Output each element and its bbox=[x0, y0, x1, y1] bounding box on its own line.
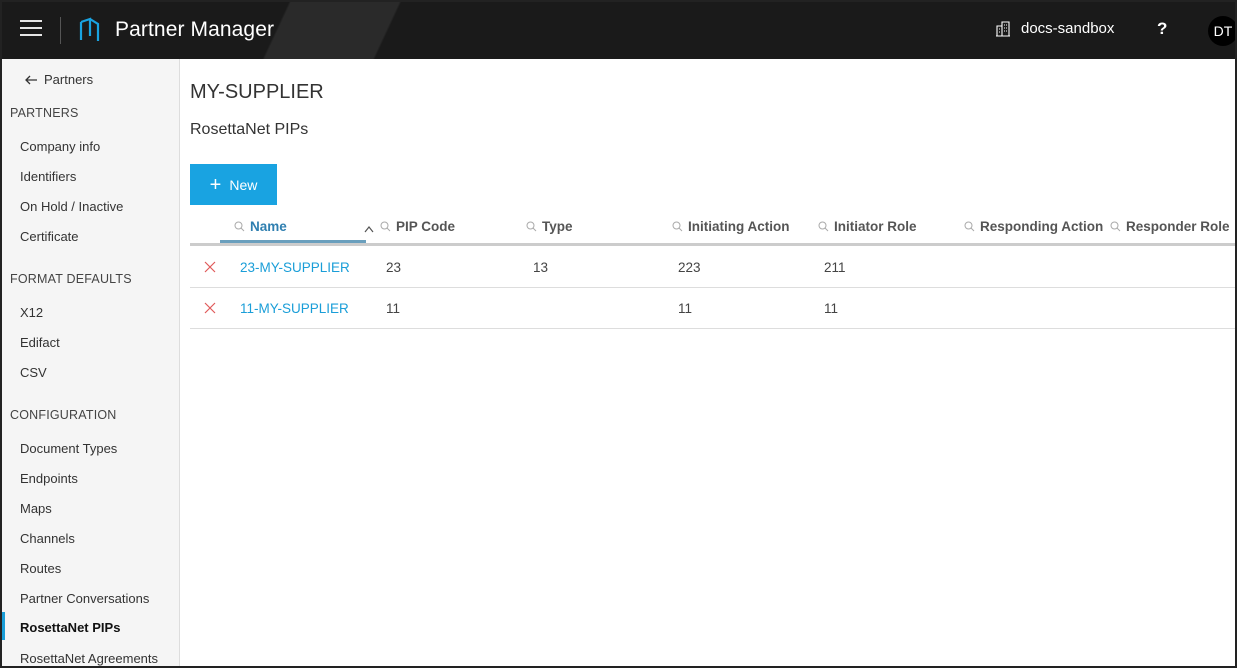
row-pip-code: 23 bbox=[386, 260, 402, 275]
partner-manager-logo-icon bbox=[79, 17, 100, 41]
row-type: 13 bbox=[533, 260, 549, 275]
back-label: Partners bbox=[44, 72, 94, 87]
environment-label: docs-sandbox bbox=[1021, 20, 1115, 37]
chevron-up-icon[interactable] bbox=[364, 225, 374, 233]
column-header-type[interactable]: Type bbox=[526, 219, 573, 234]
delete-icon[interactable] bbox=[204, 302, 216, 314]
active-indicator bbox=[2, 612, 5, 640]
new-button-label: New bbox=[229, 176, 258, 193]
column-header-initiator-role[interactable]: Initiator Role bbox=[818, 219, 917, 234]
sidebar-item-identifiers[interactable]: Identifiers bbox=[20, 169, 76, 184]
search-icon[interactable] bbox=[818, 221, 829, 232]
building-icon bbox=[996, 20, 1010, 37]
page-title: RosettaNet PIPs bbox=[190, 121, 309, 138]
sidebar-item-company-info[interactable]: Company info bbox=[20, 139, 100, 154]
app-title: Partner Manager bbox=[115, 18, 275, 41]
sidebar-item-x12[interactable]: X12 bbox=[20, 305, 43, 320]
search-icon[interactable] bbox=[234, 221, 245, 232]
section-partners: PARTNERS bbox=[10, 106, 79, 120]
row-initiating-action: 223 bbox=[678, 260, 701, 275]
sidebar-item-routes[interactable]: Routes bbox=[20, 561, 61, 576]
table-row: 11-MY-SUPPLIER 11 11 11 bbox=[190, 288, 1235, 329]
column-header-responding-action[interactable]: Responding Action bbox=[964, 219, 1103, 234]
new-button[interactable]: + New bbox=[190, 164, 277, 205]
partner-name-heading: MY-SUPPLIER bbox=[190, 81, 324, 103]
sidebar: Partners PARTNERS Company info Identifie… bbox=[2, 59, 180, 666]
hamburger-menu-icon[interactable] bbox=[20, 20, 42, 40]
row-name-link[interactable]: 11-MY-SUPPLIER bbox=[240, 301, 349, 316]
column-header-responder-role[interactable]: Responder Role bbox=[1110, 219, 1230, 234]
top-bar: Partner Manager docs-sandbox ? DT bbox=[2, 2, 1235, 59]
divider bbox=[60, 17, 61, 44]
sidebar-item-endpoints[interactable]: Endpoints bbox=[20, 471, 78, 486]
column-header-pip-code[interactable]: PIP Code bbox=[380, 219, 455, 234]
sidebar-item-csv[interactable]: CSV bbox=[20, 365, 47, 380]
sidebar-item-document-types[interactable]: Document Types bbox=[20, 441, 117, 456]
arrow-left-icon bbox=[25, 75, 37, 84]
sort-indicator-underline bbox=[220, 240, 366, 243]
row-initiating-action: 11 bbox=[678, 301, 693, 316]
sidebar-item-certificate[interactable]: Certificate bbox=[20, 229, 79, 244]
search-icon[interactable] bbox=[526, 221, 537, 232]
sidebar-item-on-hold-inactive[interactable]: On Hold / Inactive bbox=[20, 199, 123, 214]
main-content: MY-SUPPLIER RosettaNet PIPs + New Name P… bbox=[180, 59, 1235, 666]
section-format-defaults: FORMAT DEFAULTS bbox=[10, 272, 132, 286]
user-avatar[interactable]: DT bbox=[1208, 16, 1235, 46]
search-icon[interactable] bbox=[672, 221, 683, 232]
row-name-link[interactable]: 23-MY-SUPPLIER bbox=[240, 260, 350, 275]
row-initiator-role: 11 bbox=[824, 301, 839, 316]
row-pip-code: 11 bbox=[386, 301, 401, 316]
section-configuration: CONFIGURATION bbox=[10, 408, 117, 422]
column-header-initiating-action[interactable]: Initiating Action bbox=[672, 219, 790, 234]
help-button[interactable]: ? bbox=[1157, 19, 1167, 39]
back-to-partners-link[interactable]: Partners bbox=[24, 72, 93, 87]
column-header-name[interactable]: Name bbox=[234, 219, 287, 234]
sidebar-item-edifact[interactable]: Edifact bbox=[20, 335, 60, 350]
sidebar-item-maps[interactable]: Maps bbox=[20, 501, 52, 516]
environment-selector[interactable]: docs-sandbox bbox=[995, 20, 1114, 37]
plus-icon: + bbox=[209, 173, 222, 196]
app-window: Partner Manager docs-sandbox ? DT Partne… bbox=[0, 0, 1237, 668]
sidebar-item-channels[interactable]: Channels bbox=[20, 531, 75, 546]
search-icon[interactable] bbox=[1110, 221, 1121, 232]
sidebar-item-partner-conversations[interactable]: Partner Conversations bbox=[20, 591, 149, 606]
delete-icon[interactable] bbox=[204, 261, 216, 273]
row-initiator-role: 211 bbox=[824, 260, 846, 275]
search-icon[interactable] bbox=[380, 221, 391, 232]
table-row: 23-MY-SUPPLIER 23 13 223 211 bbox=[190, 247, 1235, 288]
sidebar-item-rosettanet-agreements[interactable]: RosettaNet Agreements bbox=[20, 651, 158, 666]
search-icon[interactable] bbox=[964, 221, 975, 232]
sidebar-item-rosettanet-pips[interactable]: RosettaNet PIPs bbox=[20, 620, 120, 635]
